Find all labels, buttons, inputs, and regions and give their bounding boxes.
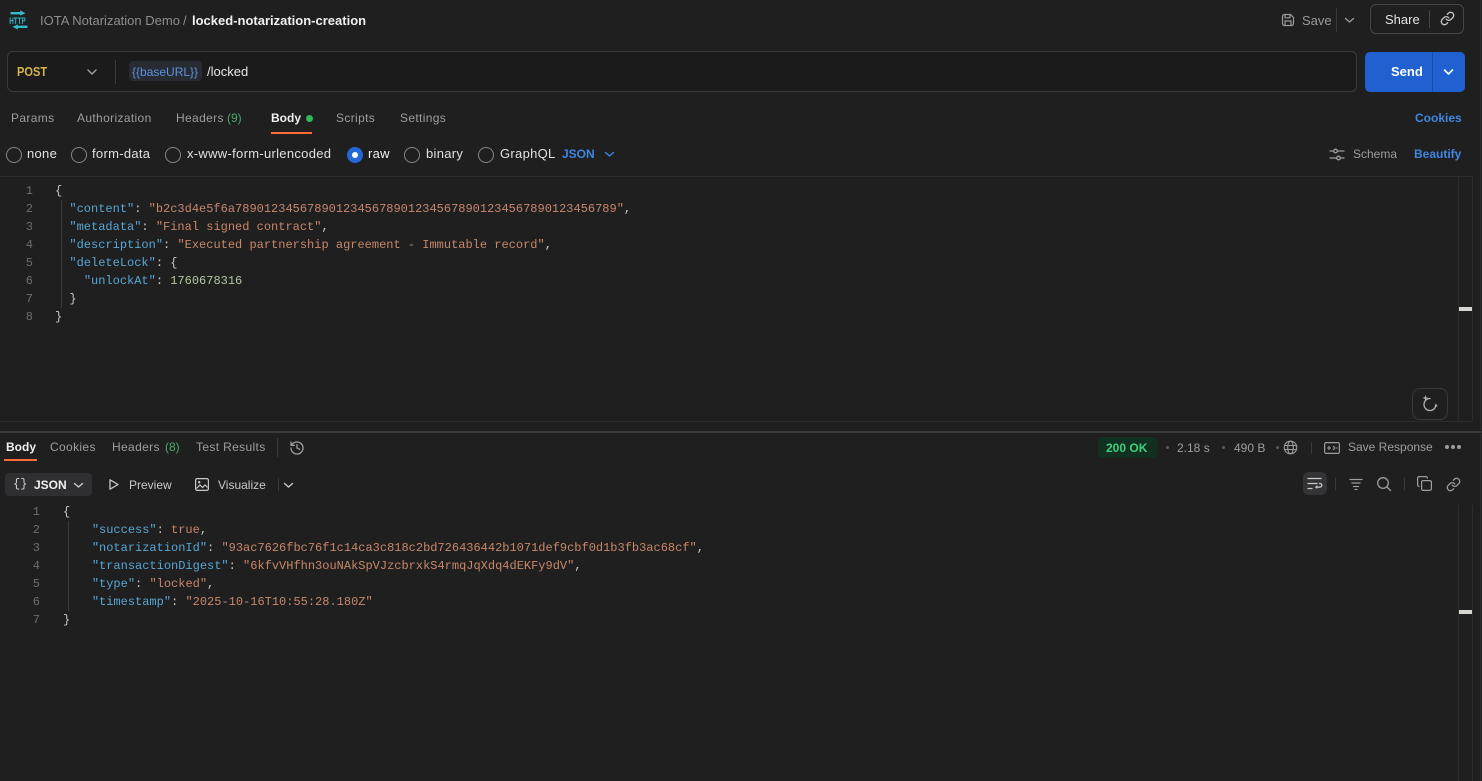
svg-text:HTTP: HTTP [9,16,26,26]
